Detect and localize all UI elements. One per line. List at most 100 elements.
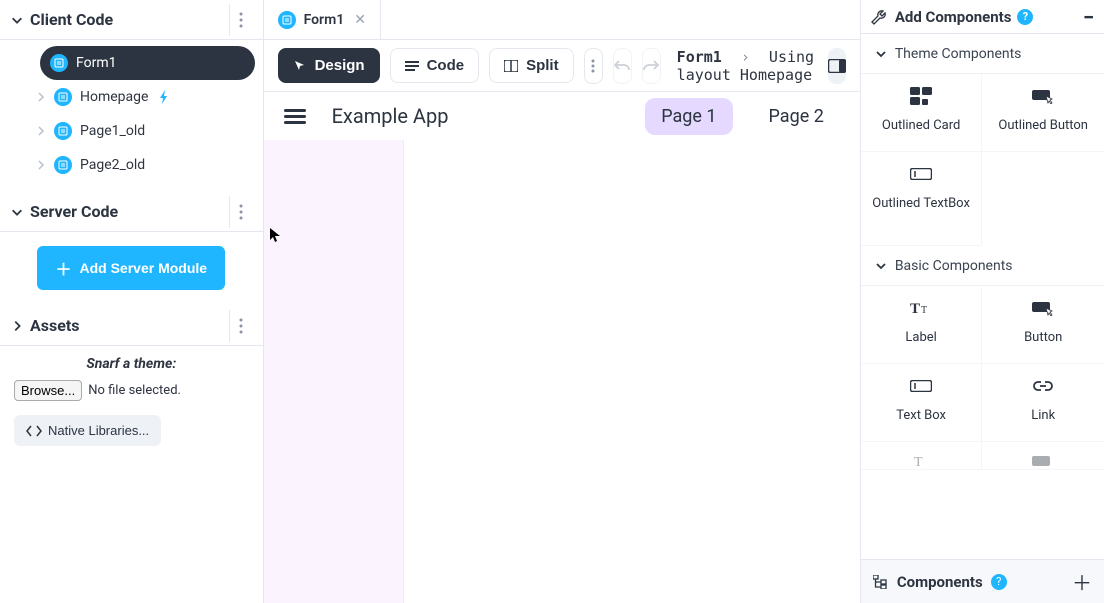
sidebar-item-label: Page1_old <box>80 123 145 139</box>
chevron-right-icon <box>36 92 46 102</box>
sidebar-item-page1-old[interactable]: Page1_old <box>0 114 263 148</box>
designer-toolbar: Design Code Split Form1 › Usin <box>264 40 860 92</box>
component-outlined-button[interactable]: Outlined Button <box>982 74 1104 152</box>
toggle-right-panel-button[interactable] <box>828 48 846 84</box>
chevron-down-icon <box>875 260 887 272</box>
component-outlined-textbox[interactable]: Outlined TextBox <box>861 152 983 246</box>
svg-text:T: T <box>914 455 923 469</box>
component-link[interactable]: Link <box>982 364 1104 442</box>
assets-body: Snarf a theme: Browse... No file selecte… <box>0 346 263 456</box>
split-icon <box>504 60 518 72</box>
help-icon[interactable]: ? <box>1017 9 1033 25</box>
cursor-icon <box>293 59 307 73</box>
app-title: Example App <box>332 104 449 128</box>
component-label-text: Label <box>905 330 936 345</box>
design-label: Design <box>315 57 365 74</box>
button-click-icon <box>1032 296 1054 320</box>
hamburger-icon[interactable] <box>284 109 306 124</box>
tree-icon <box>873 575 889 589</box>
list-icon <box>405 60 419 72</box>
client-code-header[interactable]: Client Code <box>0 0 263 40</box>
sidebar: Client Code Form1 Homepage <box>0 0 264 603</box>
svg-text:T: T <box>921 305 927 316</box>
add-component-button[interactable]: ＋ <box>1072 567 1092 596</box>
component-label: Outlined TextBox <box>872 196 970 211</box>
server-code-title: Server Code <box>30 202 118 221</box>
plus-icon: ＋ <box>55 256 71 280</box>
chevron-down-icon <box>875 48 887 60</box>
components-footer-label: Components <box>897 573 983 591</box>
native-label: Native Libraries... <box>48 423 149 438</box>
sidebar-item-page2-old[interactable]: Page2_old <box>0 148 263 182</box>
component-label: Outlined Button <box>998 118 1088 133</box>
chevron-right-icon: › <box>741 48 750 66</box>
redo-button[interactable] <box>642 48 661 84</box>
textbox-icon <box>910 374 932 398</box>
form-icon <box>54 156 72 174</box>
assets-menu[interactable] <box>229 310 253 342</box>
sidebar-item-form1[interactable]: Form1 <box>40 46 255 80</box>
design-canvas[interactable]: Example App Page 1 Page 2 <box>264 92 860 603</box>
assets-title: Assets <box>30 316 79 335</box>
add-server-module-button[interactable]: ＋ Add Server Module <box>37 246 225 290</box>
button-click-icon <box>1032 84 1054 108</box>
chevron-down-icon <box>10 13 24 27</box>
nav-page-2[interactable]: Page 2 <box>753 98 840 135</box>
svg-text:T: T <box>910 301 920 316</box>
textbox-icon <box>910 162 932 186</box>
native-libraries-button[interactable]: Native Libraries... <box>14 415 161 446</box>
nav-page-1[interactable]: Page 1 <box>645 98 732 135</box>
client-tree: Form1 Homepage Page1_old <box>0 40 263 192</box>
form-icon <box>54 122 72 140</box>
client-code-title: Client Code <box>30 10 113 29</box>
file-tab-form1[interactable]: Form1 ✕ <box>264 0 381 39</box>
add-components-header: Add Components ? − <box>861 0 1104 34</box>
code-label: Code <box>427 57 465 74</box>
basic-components-header[interactable]: Basic Components <box>861 246 1104 286</box>
breadcrumb-form[interactable]: Form1 <box>677 48 722 66</box>
component-partial[interactable]: T <box>861 442 983 470</box>
component-label-text: Link <box>1031 408 1055 423</box>
component-textbox[interactable]: Text Box <box>861 364 983 442</box>
panel-title-label: Add Components <box>895 8 1012 26</box>
form-icon <box>54 88 72 106</box>
app-header: Example App Page 1 Page 2 <box>264 92 860 140</box>
component-button[interactable]: Button <box>982 286 1104 364</box>
component-partial-2[interactable] <box>982 442 1104 470</box>
no-file-label: No file selected. <box>88 383 181 398</box>
component-outlined-card[interactable]: Outlined Card <box>861 74 983 152</box>
code-icon <box>26 425 42 437</box>
sidebar-item-label: Form1 <box>76 55 116 71</box>
browse-button[interactable]: Browse... <box>14 380 82 401</box>
split-mode-button[interactable]: Split <box>489 48 574 83</box>
button-click-icon <box>1032 452 1054 469</box>
undo-button[interactable] <box>613 48 632 84</box>
split-label: Split <box>526 57 559 74</box>
component-label[interactable]: TT Label <box>861 286 983 364</box>
more-options-button[interactable] <box>584 48 603 84</box>
theme-components-header[interactable]: Theme Components <box>861 34 1104 74</box>
chevron-right-icon <box>36 126 46 136</box>
add-server-label: Add Server Module <box>79 260 207 276</box>
sidebar-item-homepage[interactable]: Homepage <box>0 80 263 114</box>
code-mode-button[interactable]: Code <box>390 48 480 83</box>
help-icon[interactable]: ? <box>991 574 1007 590</box>
close-tab-icon[interactable]: ✕ <box>354 12 366 28</box>
assets-header[interactable]: Assets <box>0 306 263 346</box>
component-label-text: Button <box>1024 330 1062 345</box>
server-code-menu[interactable] <box>229 196 253 228</box>
chevron-right-icon <box>10 319 24 333</box>
server-code-header[interactable]: Server Code <box>0 192 263 232</box>
design-mode-button[interactable]: Design <box>278 48 380 83</box>
collapse-panel-button[interactable]: − <box>1083 5 1094 29</box>
redo-icon <box>643 59 659 73</box>
form-icon <box>278 11 296 29</box>
file-tab-label: Form1 <box>304 12 345 28</box>
components-footer[interactable]: Components ? ＋ <box>861 559 1104 603</box>
theme-components-label: Theme Components <box>895 46 1022 62</box>
text-icon: TT <box>910 296 932 320</box>
sidebar-item-label: Homepage <box>80 89 148 105</box>
chevron-down-icon <box>10 205 24 219</box>
client-code-menu[interactable] <box>229 4 253 36</box>
canvas-sidebar-slot[interactable] <box>264 140 404 603</box>
